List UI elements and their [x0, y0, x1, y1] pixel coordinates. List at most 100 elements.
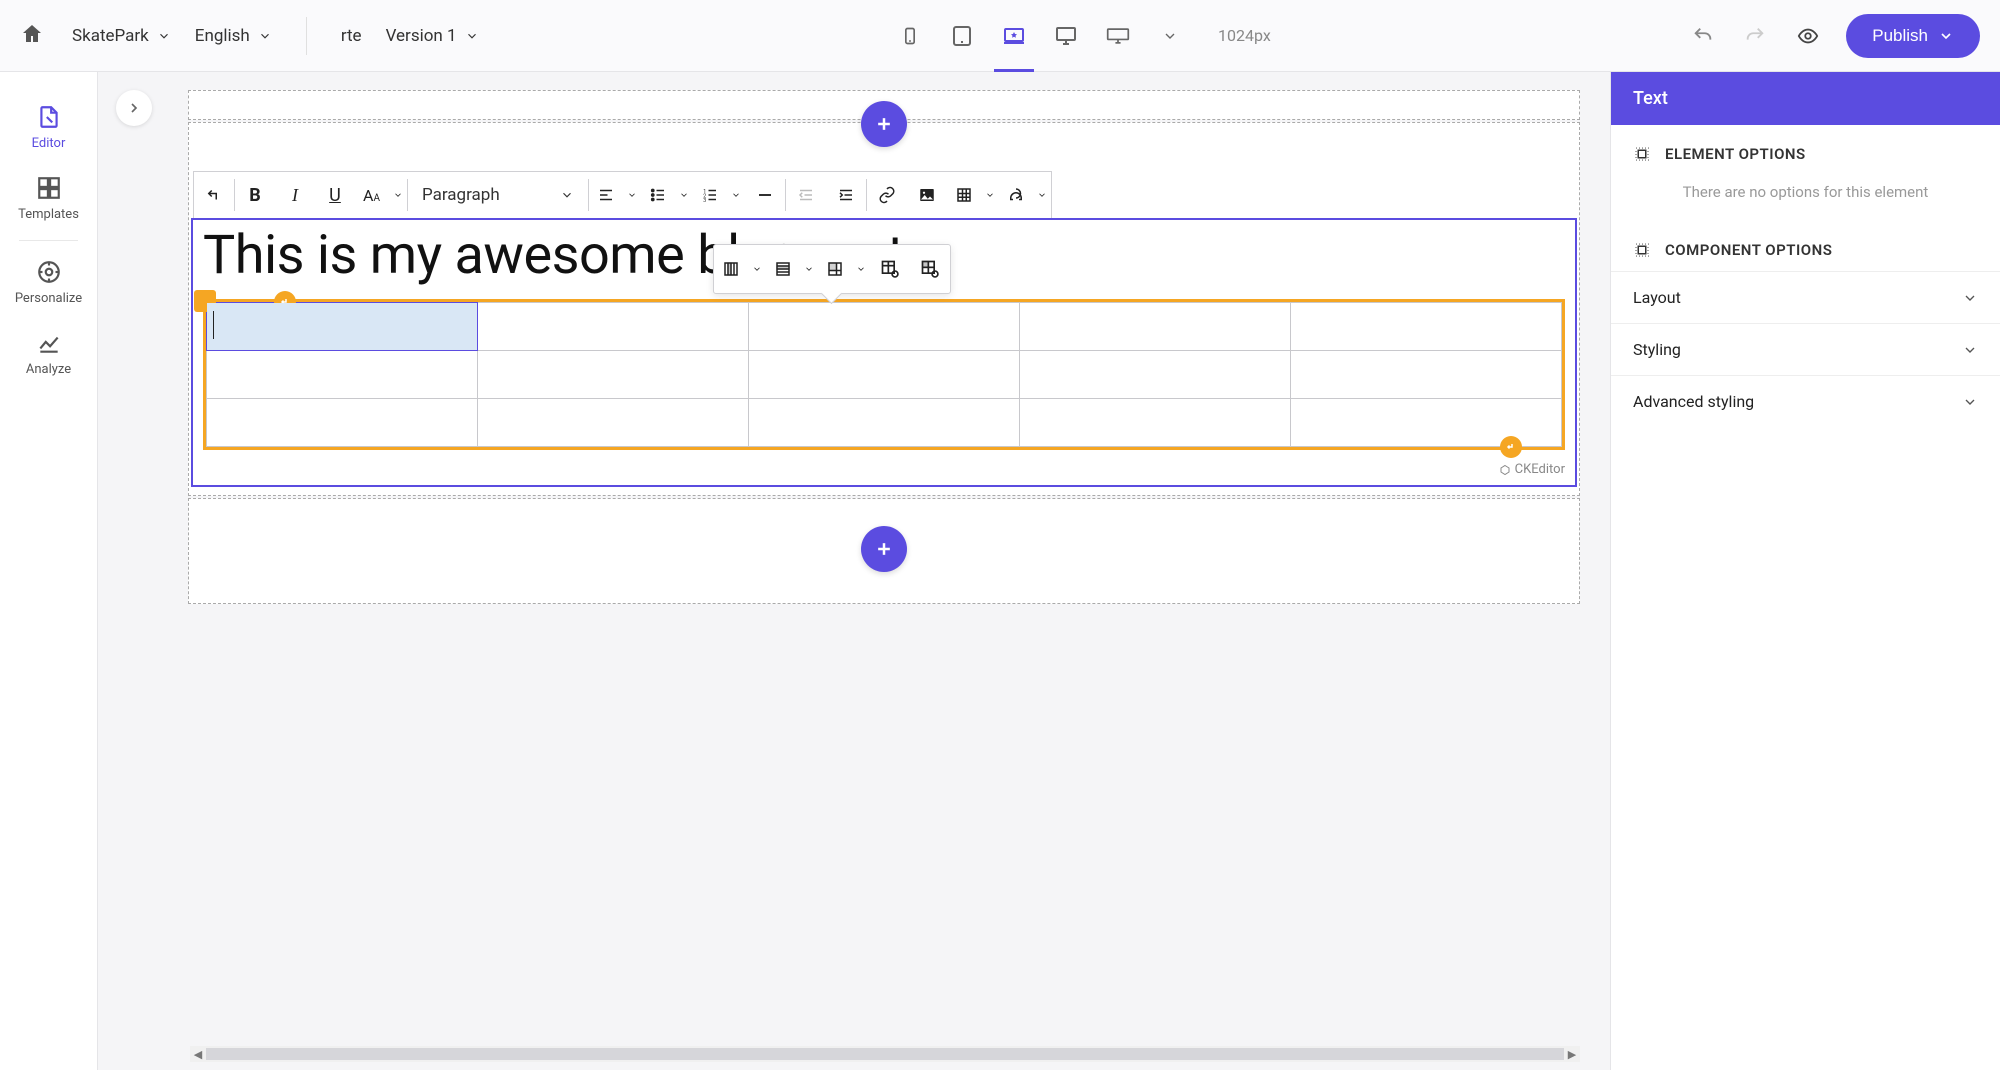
horizontal-rule-button[interactable] — [745, 175, 785, 215]
option-advanced-styling[interactable]: Advanced styling — [1611, 375, 2000, 427]
top-bar: SkatePark English rte Version 1 — [0, 0, 2000, 72]
table-column-button[interactable] — [714, 249, 766, 289]
language-label: English — [195, 26, 250, 46]
component-options-icon — [1633, 241, 1651, 259]
desktop-wide-icon — [1106, 24, 1130, 48]
chevron-down-icon — [1037, 190, 1047, 200]
templates-icon — [36, 175, 62, 201]
undo-button[interactable] — [1690, 25, 1716, 47]
chevron-down-icon — [856, 264, 866, 274]
chevron-down-icon — [731, 190, 741, 200]
add-block-bottom-button[interactable] — [861, 526, 907, 572]
table-cell[interactable] — [478, 303, 749, 351]
table-cell[interactable] — [1291, 351, 1562, 399]
text-caret — [213, 311, 214, 339]
special-char-button[interactable] — [999, 175, 1051, 215]
table-icon — [955, 186, 973, 204]
canvas: B I U AA Paragraph — [188, 90, 1580, 604]
home-button[interactable] — [20, 22, 48, 50]
site-dropdown[interactable]: SkatePark — [72, 26, 171, 46]
numbered-list-button[interactable]: 123 — [693, 175, 745, 215]
outdent-paragraph-button[interactable] — [194, 175, 234, 215]
scroll-thumb[interactable] — [206, 1048, 1564, 1060]
component-options-heading: COMPONENT OPTIONS — [1611, 221, 2000, 271]
preview-button[interactable] — [1794, 25, 1820, 47]
table-row-button[interactable] — [766, 249, 818, 289]
outdent-icon — [797, 186, 815, 204]
table-cell[interactable] — [478, 399, 749, 447]
table-row — [207, 399, 1562, 447]
ckeditor-icon — [1499, 464, 1511, 476]
element-options-icon — [1633, 145, 1651, 163]
table-properties-button[interactable] — [870, 249, 910, 289]
table-handle-bottom[interactable] — [1500, 436, 1522, 458]
decrease-indent-button[interactable] — [786, 175, 826, 215]
text-block[interactable]: This is my awesome blogpost — [191, 218, 1577, 487]
table-cell[interactable] — [1020, 351, 1291, 399]
sidebar-item-editor[interactable]: Editor — [0, 92, 97, 163]
publish-button[interactable]: Publish — [1846, 14, 1980, 58]
sidebar-item-analyze[interactable]: Analyze — [0, 318, 97, 389]
version-dropdown[interactable]: Version 1 — [386, 26, 479, 46]
table-merge-button[interactable] — [818, 249, 870, 289]
scroll-left-button[interactable]: ◀ — [190, 1046, 206, 1062]
font-size-button[interactable]: AA — [355, 175, 407, 215]
cell-properties-button[interactable] — [910, 249, 950, 289]
expand-sidebar-button[interactable] — [116, 90, 152, 126]
device-mobile-button[interactable] — [898, 24, 922, 48]
table-cell[interactable] — [207, 351, 478, 399]
heading-dropdown[interactable]: Paragraph — [408, 185, 588, 205]
chevron-down-icon — [752, 264, 762, 274]
language-dropdown[interactable]: English — [195, 26, 272, 46]
table-cell[interactable] — [1291, 399, 1562, 447]
increase-indent-button[interactable] — [826, 175, 866, 215]
link-button[interactable] — [867, 175, 907, 215]
table-cell[interactable] — [749, 303, 1020, 351]
table-button[interactable] — [947, 175, 999, 215]
redo-button[interactable] — [1742, 25, 1768, 47]
horizontal-scrollbar[interactable]: ◀ ▶ — [190, 1046, 1580, 1062]
sidebar-item-templates[interactable]: Templates — [0, 163, 97, 234]
device-wide-button[interactable] — [1106, 24, 1130, 48]
scroll-track[interactable] — [206, 1048, 1564, 1060]
chevron-down-icon — [157, 29, 171, 43]
content-area[interactable]: This is my awesome blogpost — [193, 220, 1575, 460]
align-left-icon — [597, 186, 615, 204]
device-more-button[interactable] — [1158, 24, 1182, 48]
table-widget[interactable] — [203, 299, 1565, 450]
underline-button[interactable]: U — [315, 175, 355, 215]
image-button[interactable] — [907, 175, 947, 215]
table[interactable] — [206, 302, 1562, 447]
chevron-down-icon — [985, 190, 995, 200]
underline-icon: U — [329, 185, 341, 206]
italic-button[interactable]: I — [275, 175, 315, 215]
bullet-list-button[interactable] — [641, 175, 693, 215]
bold-button[interactable]: B — [235, 175, 275, 215]
device-laptop-button[interactable] — [1002, 24, 1026, 48]
link-icon — [878, 186, 896, 204]
table-merge-icon — [826, 260, 844, 278]
table-cell[interactable] — [207, 399, 478, 447]
sidebar-item-personalize[interactable]: Personalize — [0, 247, 97, 318]
cell-props-icon — [920, 259, 940, 279]
table-cell[interactable] — [749, 351, 1020, 399]
content-block: B I U AA Paragraph — [188, 122, 1580, 496]
table-cell[interactable] — [478, 351, 749, 399]
device-tablet-button[interactable] — [950, 24, 974, 48]
chevron-down-icon — [679, 190, 689, 200]
table-cell[interactable] — [1020, 399, 1291, 447]
add-block-top-button[interactable] — [861, 101, 907, 147]
table-cell[interactable] — [1020, 303, 1291, 351]
chevron-down-icon — [1962, 394, 1978, 410]
eye-icon — [1794, 25, 1822, 47]
align-button[interactable] — [589, 175, 641, 215]
option-layout[interactable]: Layout — [1611, 271, 2000, 323]
version-label: Version 1 — [386, 26, 457, 46]
option-styling[interactable]: Styling — [1611, 323, 2000, 375]
table-cell[interactable] — [749, 399, 1020, 447]
device-desktop-button[interactable] — [1054, 24, 1078, 48]
table-cell[interactable] — [207, 303, 478, 351]
chevron-down-icon — [258, 29, 272, 43]
scroll-right-button[interactable]: ▶ — [1564, 1046, 1580, 1062]
table-cell[interactable] — [1291, 303, 1562, 351]
